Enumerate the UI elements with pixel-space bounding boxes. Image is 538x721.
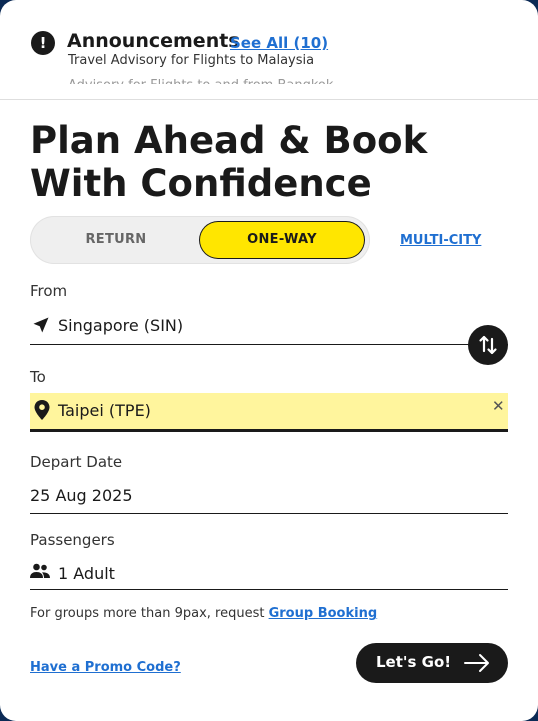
to-field[interactable]: Taipei (TPE) xyxy=(30,393,508,432)
clear-destination-button[interactable]: ✕ xyxy=(492,397,505,415)
lets-go-button[interactable]: Let's Go! xyxy=(356,643,508,683)
alert-icon: ! xyxy=(31,31,55,55)
multi-city-link[interactable]: MULTI-CITY xyxy=(400,233,481,248)
arrow-right-icon xyxy=(464,654,489,672)
announcements-title: Announcements xyxy=(67,30,240,52)
passengers-label: Passengers xyxy=(30,531,115,549)
from-label: From xyxy=(30,282,68,300)
group-note-text: For groups more than 9pax, request xyxy=(30,606,269,621)
depart-date-label: Depart Date xyxy=(30,453,123,471)
one-way-option[interactable]: ONE-WAY xyxy=(200,222,364,258)
from-value: Singapore (SIN) xyxy=(58,316,184,335)
passengers-field[interactable]: 1 Adult xyxy=(30,554,508,590)
navigation-arrow-icon xyxy=(33,317,49,333)
from-field[interactable]: Singapore (SIN) xyxy=(30,306,508,345)
group-booking-link[interactable]: Group Booking xyxy=(269,606,378,621)
location-pin-icon xyxy=(34,400,50,420)
to-value: Taipei (TPE) xyxy=(58,401,151,420)
depart-date-field[interactable]: 25 Aug 2025 xyxy=(30,476,508,514)
people-icon xyxy=(30,563,50,578)
page-title: Plan Ahead & Book With Confidence xyxy=(30,119,428,205)
group-booking-note: For groups more than 9pax, request Group… xyxy=(30,606,377,621)
return-option[interactable]: RETURN xyxy=(36,222,196,258)
depart-date-value: 25 Aug 2025 xyxy=(30,486,133,505)
swap-icon xyxy=(479,335,497,355)
see-all-link[interactable]: See All (10) xyxy=(230,34,328,52)
announcement-headline[interactable]: Travel Advisory for Flights to Malaysia xyxy=(68,53,314,68)
announcements-banner: ! Announcements See All (10) Travel Advi… xyxy=(0,0,538,100)
promo-code-link[interactable]: Have a Promo Code? xyxy=(30,660,181,675)
trip-type-toggle: RETURN ONE-WAY xyxy=(30,216,370,264)
lets-go-label: Let's Go! xyxy=(376,653,452,671)
close-icon: ✕ xyxy=(492,397,505,415)
to-label: To xyxy=(30,368,46,386)
passengers-value: 1 Adult xyxy=(58,564,115,583)
announcement-next-peek: Advisory for Flights to and from Bangkok xyxy=(68,78,358,84)
swap-airports-button[interactable] xyxy=(468,325,508,365)
flight-search-card: ! Announcements See All (10) Travel Advi… xyxy=(0,0,538,721)
